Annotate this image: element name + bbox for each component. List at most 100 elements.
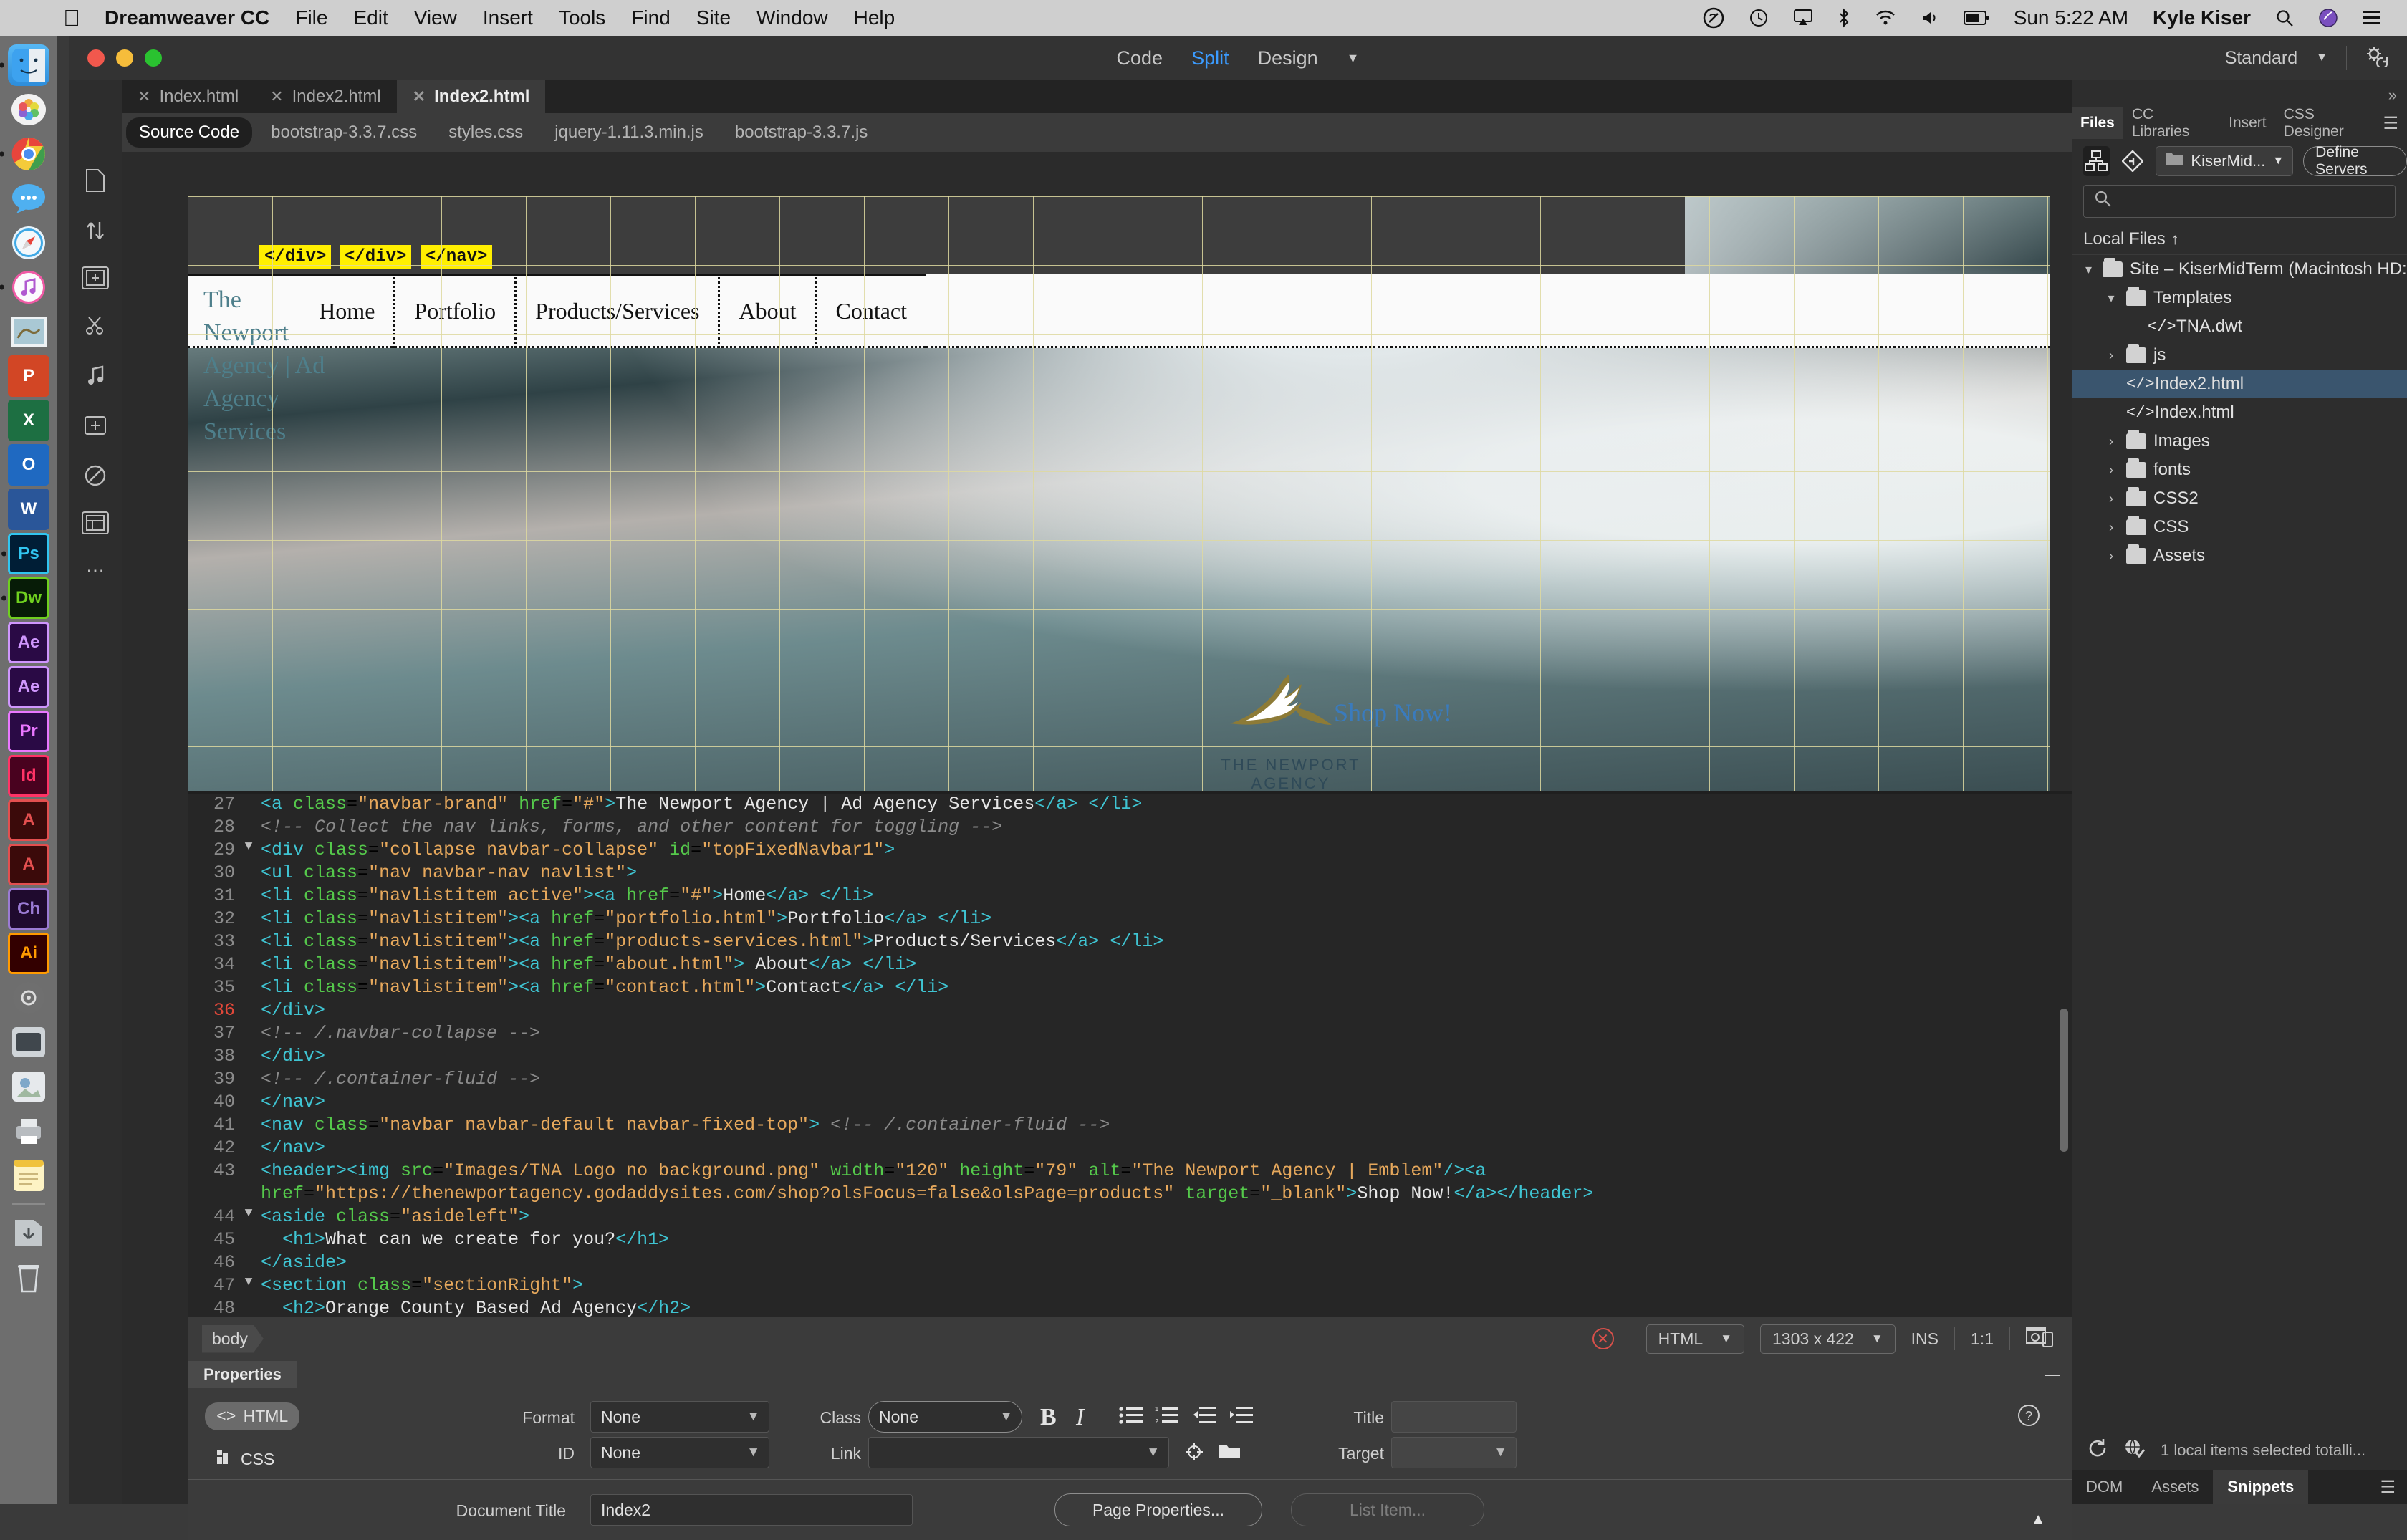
dock-item-powerpoint[interactable]: P <box>8 355 49 397</box>
updown-arrows-icon[interactable] <box>80 216 111 245</box>
dock-item-excel[interactable]: X <box>8 400 49 441</box>
menu-help[interactable]: Help <box>854 6 895 29</box>
chevron-toggle-icon[interactable]: › <box>2103 348 2119 363</box>
file-tree-row[interactable]: ▾ Templates <box>2072 284 2407 312</box>
music-icon[interactable] <box>80 361 111 390</box>
dock-item-system-preferences[interactable] <box>8 977 49 1019</box>
insert-panel-icon[interactable] <box>82 266 109 289</box>
code-fold-toggle[interactable]: ▼ <box>241 839 256 854</box>
tab-dom[interactable]: DOM <box>2072 1470 2137 1504</box>
properties-css-tab[interactable]: CSS <box>205 1445 286 1473</box>
properties-html-tab[interactable]: <> HTML <box>205 1402 300 1430</box>
volume-icon[interactable] <box>1921 9 1939 27</box>
nav-item-contact[interactable]: Contact <box>817 274 926 348</box>
code-line[interactable]: 27 <a class="navbar-brand" href="#">The N… <box>188 794 2072 817</box>
dock-item-character-animator[interactable]: Ch <box>8 888 49 930</box>
local-files-tree[interactable]: ▾ Site – KiserMidTerm (Macintosh HD:Use..… <box>2072 255 2407 1354</box>
expand-properties-icon[interactable]: ▲ <box>2030 1510 2046 1529</box>
dock-item-finder[interactable] <box>0 44 49 86</box>
siri-icon[interactable] <box>2318 8 2338 28</box>
related-file-bootstrap-js[interactable]: bootstrap-3.3.7.js <box>722 117 880 148</box>
workspace-label[interactable]: Standard <box>2225 48 2297 69</box>
code-line[interactable]: 34 <li class="navlistitem"><a href="about… <box>188 954 2072 977</box>
code-line[interactable]: 48 <h2>Orange County Based Ad Agency</h2… <box>188 1298 2072 1317</box>
code-scrollbar-thumb[interactable] <box>2060 1009 2068 1152</box>
tag-selector-body[interactable]: body <box>202 1325 264 1353</box>
point-to-file-icon[interactable] <box>1183 1441 1205 1468</box>
gear-sync-icon[interactable] <box>2365 44 2390 72</box>
bold-icon[interactable]: B <box>1040 1404 1057 1431</box>
file-tree-row[interactable]: ▾ Site – KiserMidTerm (Macintosh HD:Use..… <box>2072 255 2407 284</box>
indent-icon[interactable] <box>1229 1405 1254 1430</box>
git-icon[interactable] <box>2120 146 2146 176</box>
chevron-toggle-icon[interactable]: ▾ <box>2103 291 2119 306</box>
realtime-preview-icon[interactable] <box>2026 1325 2053 1352</box>
chevron-down-icon[interactable]: ▼ <box>1347 51 1360 66</box>
wifi-icon[interactable] <box>1875 9 1896 27</box>
expand-panels-icon[interactable]: » <box>2388 86 2397 105</box>
dock-item-mail[interactable] <box>8 311 49 352</box>
define-servers-button[interactable]: Define Servers <box>2303 144 2407 178</box>
dock-item-printer[interactable] <box>8 1110 49 1152</box>
chevron-toggle-icon[interactable]: › <box>2103 520 2119 535</box>
chevron-toggle-icon[interactable]: › <box>2103 491 2119 506</box>
dock-item-notes[interactable] <box>8 1155 49 1196</box>
document-tab-index2[interactable]: ✕ Index2.html <box>254 80 397 113</box>
code-line[interactable]: 28 <!-- Collect the nav links, forms, and… <box>188 817 2072 839</box>
close-icon[interactable]: ✕ <box>270 87 283 106</box>
code-fold-toggle[interactable]: ▼ <box>241 1275 256 1289</box>
dock-item-after-effects[interactable]: Ae <box>8 622 49 663</box>
close-icon[interactable]: ✕ <box>413 87 426 106</box>
code-line[interactable]: 42 </nav> <box>188 1137 2072 1160</box>
menu-insert[interactable]: Insert <box>483 6 533 29</box>
code-line[interactable]: 41 <nav class="navbar navbar-default navb… <box>188 1115 2072 1137</box>
related-file-jquery-js[interactable]: jquery-1.11.3.min.js <box>542 117 716 148</box>
nav-item-about[interactable]: About <box>720 274 817 348</box>
page-properties-button[interactable]: Page Properties... <box>1054 1493 1262 1526</box>
code-line[interactable]: 33 <li class="navlistitem"><a href="produ… <box>188 931 2072 954</box>
insert-mode-label[interactable]: INS <box>1911 1329 1938 1349</box>
code-line[interactable]: 35 <li class="navlistitem"><a href="conta… <box>188 977 2072 1000</box>
code-line[interactable]: 31 <li class="navlistitem active"><a href… <box>188 885 2072 908</box>
code-line[interactable]: 29 ▼ <div class="collapse navbar-collapse"… <box>188 839 2072 862</box>
tab-files[interactable]: Files <box>2072 107 2123 139</box>
dock-item-outlook[interactable]: O <box>8 444 49 486</box>
ordered-list-icon[interactable]: 12 <box>1155 1405 1179 1430</box>
collapse-panel-icon[interactable]: — <box>2045 1365 2060 1384</box>
tab-cc-libraries[interactable]: CC Libraries <box>2123 106 2220 140</box>
minimize-window-button[interactable] <box>116 49 133 67</box>
design-view[interactable]: </div> </div> </nav> Home Portfolio Prod… <box>188 196 2050 791</box>
files-search-input[interactable] <box>2083 185 2396 218</box>
menu-user-name[interactable]: Kyle Kiser <box>2153 6 2251 29</box>
dock-item-after-effects-2[interactable]: Ae <box>8 666 49 708</box>
nav-item-portfolio[interactable]: Portfolio <box>395 274 517 348</box>
menu-tools[interactable]: Tools <box>559 6 605 29</box>
menu-site[interactable]: Site <box>696 6 731 29</box>
doctype-select[interactable]: HTML ▼ <box>1645 1324 1745 1354</box>
check-globe-icon[interactable] <box>2123 1438 2146 1463</box>
dock-item-photoshop[interactable]: Ps <box>1 533 49 574</box>
extract-icon[interactable] <box>80 411 111 440</box>
view-mode-split[interactable]: Split <box>1191 47 1229 69</box>
code-line[interactable]: 37 <!-- /.navbar-collapse --> <box>188 1023 2072 1046</box>
file-tree-row[interactable]: › Images <box>2072 427 2407 456</box>
related-file-styles-css[interactable]: styles.css <box>436 117 536 148</box>
dock-item-premiere-pro[interactable]: Pr <box>8 711 49 752</box>
code-line[interactable]: 40 </nav> <box>188 1092 2072 1115</box>
dock-item-downloads[interactable] <box>8 1212 49 1253</box>
italic-icon[interactable]: I <box>1076 1404 1084 1431</box>
bluetooth-icon[interactable] <box>1837 8 1850 28</box>
code-line[interactable]: 46 </aside> <box>188 1252 2072 1275</box>
no-entry-icon[interactable] <box>80 461 111 490</box>
file-tree-row[interactable]: </> TNA.dwt <box>2072 312 2407 341</box>
code-line[interactable]: 39 <!-- /.container-fluid --> <box>188 1069 2072 1092</box>
dock-item-preview[interactable] <box>8 1066 49 1107</box>
code-lines[interactable]: 27 <a class="navbar-brand" href="#">The N… <box>188 794 2072 1317</box>
file-tree-row[interactable]: › Assets <box>2072 542 2407 570</box>
nav-brand-text[interactable]: The Newport Agency | Ad Agency Services <box>203 284 332 448</box>
file-tree-row[interactable]: › CSS2 <box>2072 484 2407 513</box>
code-scrollbar[interactable] <box>2056 794 2072 1317</box>
code-view[interactable]: 27 <a class="navbar-brand" href="#">The N… <box>188 794 2072 1317</box>
dock-item-acrobat[interactable]: A <box>8 799 49 841</box>
file-tree-row[interactable]: › CSS <box>2072 513 2407 542</box>
